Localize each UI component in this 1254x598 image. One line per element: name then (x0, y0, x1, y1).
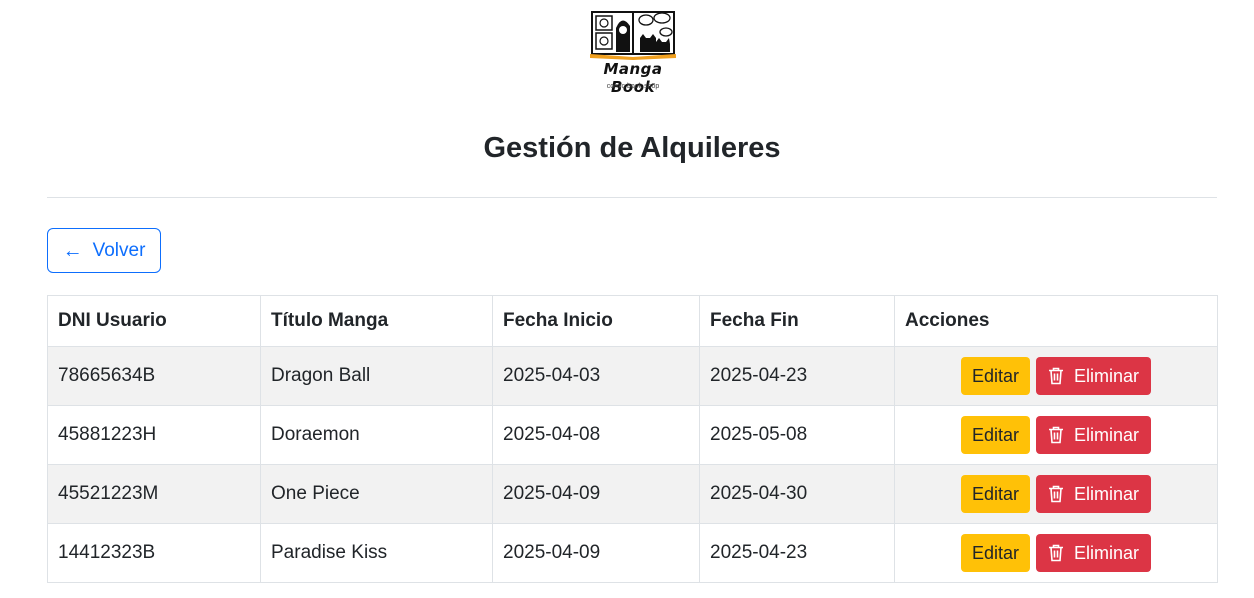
delete-button-label: Eliminar (1074, 365, 1140, 386)
table-row: 78665634B Dragon Ball 2025-04-03 2025-04… (47, 346, 1218, 406)
cell-start-date: 2025-04-09 (492, 464, 700, 524)
delete-button[interactable]: Eliminar (1036, 534, 1152, 572)
rentals-table: DNI Usuario Título Manga Fecha Inicio Fe… (47, 295, 1218, 583)
cell-dni: 45521223M (47, 464, 261, 524)
table-row: 14412323B Paradise Kiss 2025-04-09 2025-… (47, 523, 1218, 583)
manga-book-logo: Manga Book comic book shop (580, 4, 686, 96)
page: Manga Book comic book shop Gestión de Al… (0, 0, 1254, 598)
brand-name: Manga Book (603, 60, 663, 96)
book-comic-icon (590, 11, 676, 60)
trash-icon (1048, 485, 1064, 503)
header-title: Título Manga (260, 295, 493, 347)
table-row: 45521223M One Piece 2025-04-09 2025-04-3… (47, 464, 1218, 524)
cell-dni: 78665634B (47, 346, 261, 406)
edit-button[interactable]: Editar (960, 475, 1030, 513)
edit-button[interactable]: Editar (960, 416, 1030, 454)
cell-actions: Editar Eliminar (894, 464, 1218, 524)
cell-end-date: 2025-04-23 (699, 523, 895, 583)
brand-tagline: comic book shop (606, 83, 660, 90)
edit-button[interactable]: Editar (960, 357, 1030, 395)
cell-actions: Editar Eliminar (894, 523, 1218, 583)
header-actions: Acciones (894, 295, 1218, 347)
delete-button[interactable]: Eliminar (1036, 357, 1152, 395)
table-row: 45881223H Doraemon 2025-04-08 2025-05-08… (47, 405, 1218, 465)
cell-start-date: 2025-04-03 (492, 346, 700, 406)
cell-dni: 14412323B (47, 523, 261, 583)
header-dni: DNI Usuario (47, 295, 261, 347)
cell-title: Paradise Kiss (260, 523, 493, 583)
cell-title: One Piece (260, 464, 493, 524)
arrow-left-icon: ← (62, 239, 83, 262)
trash-icon (1048, 367, 1064, 385)
header-end-date: Fecha Fin (699, 295, 895, 347)
cell-start-date: 2025-04-09 (492, 523, 700, 583)
cell-title: Doraemon (260, 405, 493, 465)
divider (47, 197, 1217, 198)
cell-start-date: 2025-04-08 (492, 405, 700, 465)
delete-button-label: Eliminar (1074, 424, 1140, 445)
cell-actions: Editar Eliminar (894, 405, 1218, 465)
delete-button[interactable]: Eliminar (1036, 416, 1152, 454)
trash-icon (1048, 426, 1064, 444)
cell-title: Dragon Ball (260, 346, 493, 406)
trash-icon (1048, 544, 1064, 562)
delete-button-label: Eliminar (1074, 542, 1140, 563)
table-header-row: DNI Usuario Título Manga Fecha Inicio Fe… (47, 295, 1218, 347)
header-start-date: Fecha Inicio (492, 295, 700, 347)
cell-dni: 45881223H (47, 405, 261, 465)
cell-end-date: 2025-04-30 (699, 464, 895, 524)
back-button[interactable]: ← Volver (47, 228, 161, 273)
page-title: Gestión de Alquileres (483, 132, 781, 164)
back-button-label: Volver (92, 239, 146, 261)
cell-end-date: 2025-04-23 (699, 346, 895, 406)
cell-actions: Editar Eliminar (894, 346, 1218, 406)
cell-end-date: 2025-05-08 (699, 405, 895, 465)
edit-button[interactable]: Editar (960, 534, 1030, 572)
delete-button[interactable]: Eliminar (1036, 475, 1152, 513)
delete-button-label: Eliminar (1074, 483, 1140, 504)
